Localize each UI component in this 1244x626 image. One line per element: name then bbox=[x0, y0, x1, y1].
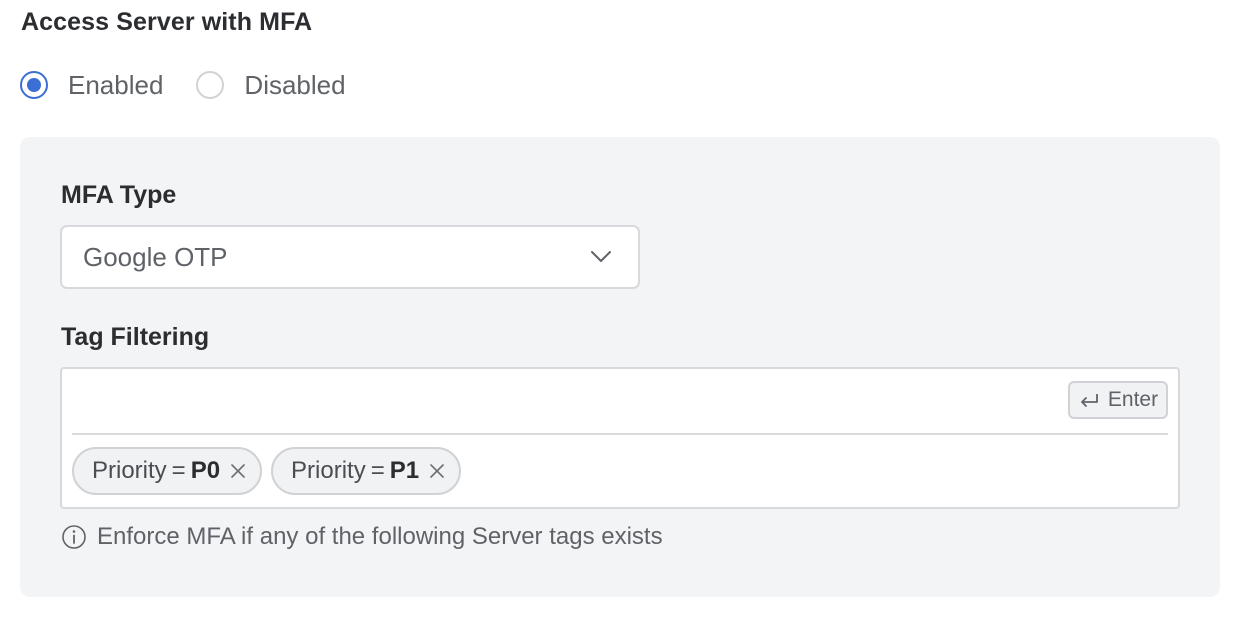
radio-disabled-label: Disabled bbox=[244, 69, 346, 100]
enter-button-label: Enter bbox=[1107, 388, 1159, 411]
tag-chip[interactable]: Priority = P1 bbox=[271, 447, 462, 495]
info-icon bbox=[62, 525, 86, 549]
mfa-settings-panel: MFA Type Google OTP Tag Filtering Enter … bbox=[20, 137, 1220, 597]
tag-input[interactable] bbox=[72, 373, 1056, 433]
remove-tag-icon[interactable] bbox=[429, 463, 445, 479]
enter-button[interactable]: Enter bbox=[1068, 381, 1168, 419]
radio-enabled[interactable]: Enabled bbox=[20, 70, 163, 101]
hint-text: Enforce MFA if any of the following Serv… bbox=[97, 523, 663, 550]
tag-chip-key: Priority bbox=[92, 457, 167, 484]
tag-chip-operator: = bbox=[171, 457, 186, 484]
tag-filtering-label: Tag Filtering bbox=[61, 323, 210, 351]
mfa-radio-group: Enabled Disabled bbox=[20, 66, 346, 104]
tag-chip-key: Priority bbox=[291, 457, 366, 484]
radio-disabled[interactable]: Disabled bbox=[196, 69, 346, 101]
mfa-type-select[interactable]: Google OTP bbox=[60, 225, 640, 289]
tag-chip-list: Priority = P0 Priority = P1 bbox=[72, 447, 470, 495]
chevron-down-icon bbox=[591, 251, 611, 262]
tag-input-divider bbox=[72, 433, 1168, 435]
tag-filtering-box: Enter Priority = P0 Priority = P1 bbox=[60, 367, 1180, 509]
tag-chip[interactable]: Priority = P0 bbox=[72, 447, 263, 495]
section-title: Access Server with MFA bbox=[21, 8, 313, 36]
mfa-type-label: MFA Type bbox=[61, 181, 177, 209]
tag-chip-operator: = bbox=[370, 457, 385, 484]
radio-enabled-label: Enabled bbox=[68, 69, 164, 100]
remove-tag-icon[interactable] bbox=[230, 463, 246, 479]
radio-selected-dot bbox=[27, 78, 41, 92]
radio-enabled-indicator[interactable] bbox=[20, 71, 48, 99]
return-icon bbox=[1080, 394, 1098, 407]
mfa-type-value: Google OTP bbox=[83, 241, 228, 272]
tag-filtering-hint: Enforce MFA if any of the following Serv… bbox=[61, 523, 663, 551]
tag-chip-value: P0 bbox=[190, 457, 221, 484]
radio-disabled-indicator[interactable] bbox=[196, 71, 225, 99]
tag-chip-value: P1 bbox=[389, 457, 420, 484]
